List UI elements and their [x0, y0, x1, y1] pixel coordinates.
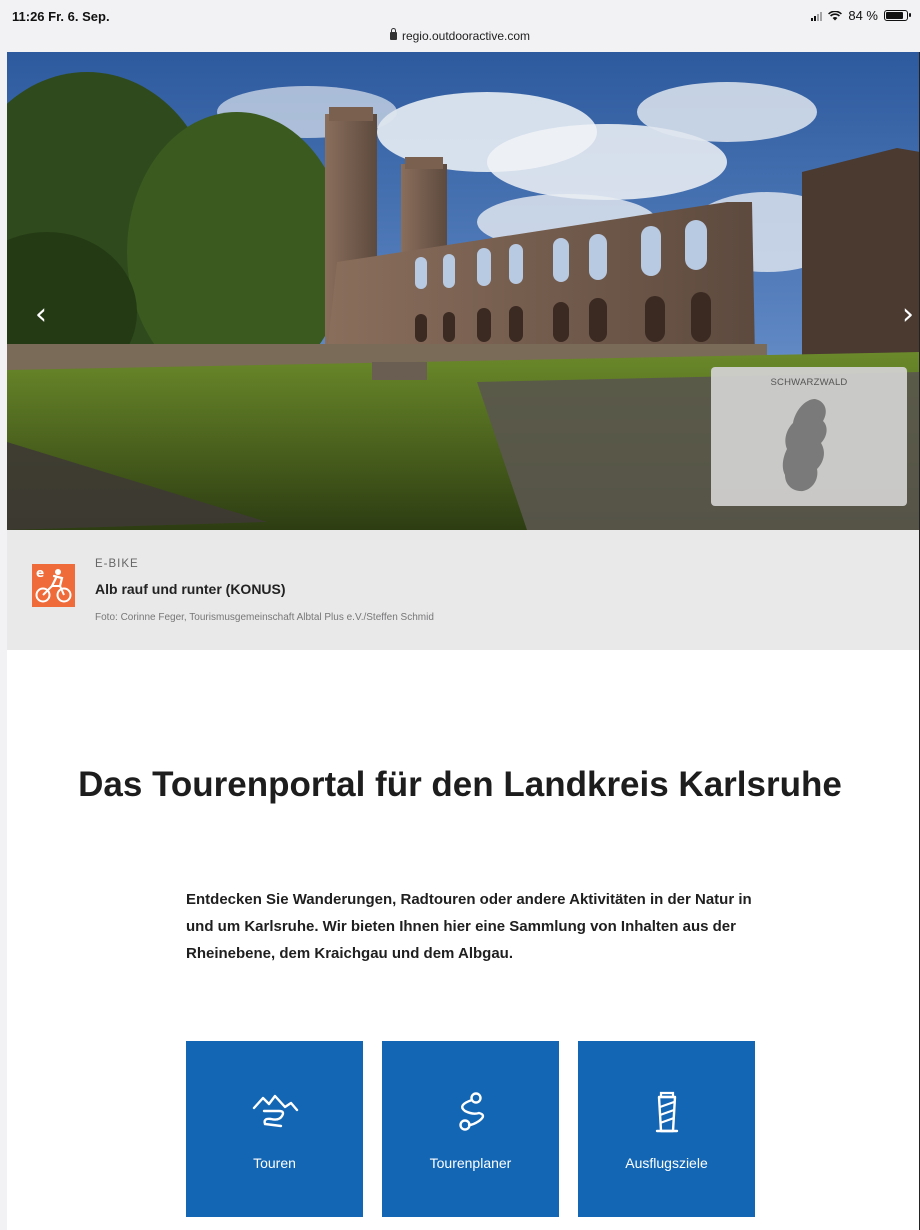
tile-tourenplaner[interactable]: Tourenplaner	[382, 1041, 559, 1217]
region-label: SCHWARZWALD	[770, 377, 848, 388]
tile-label: Touren	[253, 1155, 296, 1171]
status-bar: 11:26 Fr. 6. Sep. 84 % regio.outdooracti…	[0, 0, 920, 52]
region-card[interactable]: SCHWARZWALD	[711, 367, 907, 506]
wifi-icon	[828, 10, 843, 20]
black-forest-map-icon	[782, 399, 827, 492]
tile-ausflugsziele[interactable]: Ausflugsziele	[578, 1041, 755, 1217]
feature-tiles: Touren Tourenplaner Ausflugsziele	[186, 1041, 755, 1217]
tile-label: Ausflugsziele	[625, 1155, 708, 1171]
cellular-signal-icon	[811, 11, 823, 21]
tour-category: E-BIKE	[95, 558, 139, 570]
frame-edge	[0, 52, 7, 1230]
route-planner-icon	[458, 1092, 484, 1131]
tile-touren[interactable]: Touren	[186, 1041, 363, 1217]
tile-label: Tourenplaner	[429, 1155, 512, 1171]
lock-icon	[389, 28, 397, 40]
hero-image: ‹ › SCHWARZWALD	[7, 52, 920, 530]
url-text: regio.outdooractive.com	[401, 29, 531, 43]
carousel-next-icon[interactable]: ›	[902, 300, 914, 330]
intro-text: Entdecken Sie Wanderungen, Radtouren ode…	[186, 891, 752, 962]
tower-icon	[655, 1091, 678, 1133]
tour-title[interactable]: Alb rauf und runter (KONUS)	[95, 581, 286, 597]
carousel-prev-icon[interactable]: ‹	[35, 300, 47, 330]
battery-percent: 84 %	[848, 8, 878, 23]
battery-icon	[884, 10, 911, 21]
status-indicators: 84 %	[811, 8, 911, 23]
url-bar[interactable]: regio.outdooractive.com	[0, 28, 920, 43]
photo-credit: Foto: Corinne Feger, Tourismusgemeinscha…	[95, 612, 434, 623]
photo-caption: e E-BIKE Alb rauf und runter (KONUS) Fot…	[7, 530, 920, 650]
status-time: 11:26 Fr. 6. Sep.	[12, 9, 110, 24]
page-headline: Das Tourenportal für den Landkreis Karls…	[78, 765, 842, 804]
svg-text:e: e	[36, 566, 44, 580]
ebike-icon: e	[32, 564, 75, 607]
mountain-route-icon	[252, 1094, 298, 1128]
